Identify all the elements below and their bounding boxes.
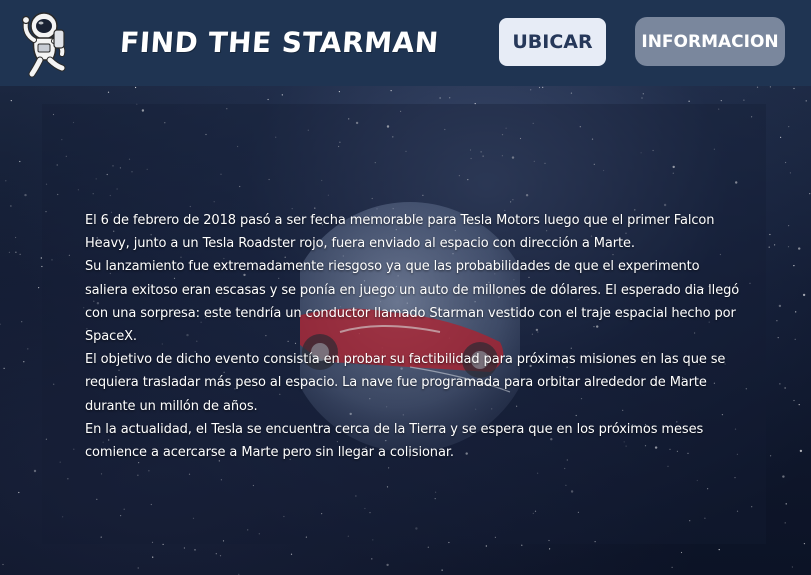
article-text: El 6 de febrero de 2018 pasó a ser fecha… (85, 209, 745, 464)
locate-button[interactable]: UBICAR (499, 18, 606, 66)
space-background: El 6 de febrero de 2018 pasó a ser fecha… (0, 86, 811, 575)
app-title: FIND THE STARMAN (118, 26, 440, 59)
article-paragraph: El 6 de febrero de 2018 pasó a ser fecha… (85, 213, 715, 252)
article-paragraph: Su lanzamiento fue extremadamente riesgo… (85, 259, 740, 345)
app-root: FIND THE STARMAN UBICAR INFORMACION El 6… (0, 0, 811, 575)
information-button[interactable]: INFORMACION (635, 17, 785, 66)
article-paragraph: En la actualidad, el Tesla se encuentra … (85, 421, 704, 461)
article-paragraph: El objetivo de dicho evento consistía en… (85, 352, 726, 414)
header-bar: FIND THE STARMAN UBICAR INFORMACION (0, 0, 811, 86)
astronaut-icon[interactable] (20, 8, 80, 78)
